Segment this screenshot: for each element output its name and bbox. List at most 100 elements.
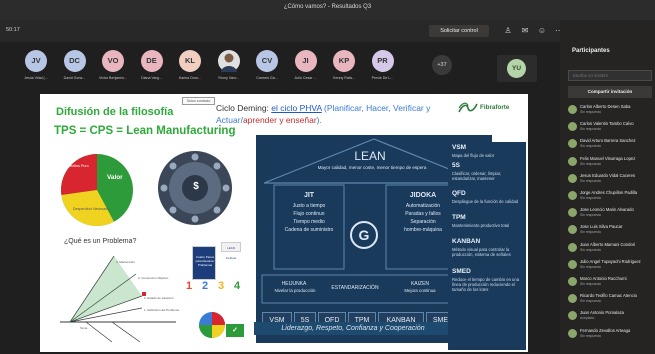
avatar	[568, 328, 577, 338]
participant-list-name: Jose Leoncio Marin Alvarado	[580, 207, 634, 213]
avatar	[568, 294, 577, 304]
jit-item: Justo a tiempo	[292, 203, 326, 209]
people-icon[interactable]: ♙	[502, 26, 514, 36]
heijunka-subtitle: Nivelar la producción	[274, 288, 316, 293]
self-avatar: YU	[507, 59, 526, 78]
avatar	[568, 259, 577, 269]
participant-list-status: Sin respuesta	[580, 213, 601, 218]
participant-tile[interactable]: JV Jesús Vidal (...	[18, 50, 54, 88]
self-video-tile: YU	[497, 55, 537, 82]
participant-tile[interactable]: KP Kenny Rafa...	[326, 50, 362, 88]
deming-label: Ciclo Deming:	[216, 103, 269, 113]
center-logo-icon: G	[350, 221, 378, 249]
participant-list-item[interactable]: Jose Leoncio Marin Alvarado Sin respuesta	[566, 206, 655, 220]
more-participants-badge[interactable]: +37	[432, 55, 452, 75]
avatar: KL	[179, 50, 201, 72]
participant-tile[interactable]: KL Karina Duro...	[172, 50, 208, 88]
participant-list-status: Sin respuesta	[580, 127, 601, 132]
participant-tile[interactable]: Yhony Varo...	[211, 50, 247, 88]
participant-list-item[interactable]: Juan Alberto Mamani Condori Sin respuesta	[566, 241, 655, 255]
participant-list-name: Carlos Valentin Tambo Calvo	[580, 121, 634, 127]
participant-list-item[interactable]: Carlos Valentin Tambo Calvo Sin respuesta	[566, 120, 655, 134]
participant-tile[interactable]: VO Victor Benjamin...	[95, 50, 131, 88]
def-title-vsm: VSM	[452, 144, 467, 151]
participant-list-item[interactable]: Jorge Andres Chupillon Padilla Sin respue…	[566, 189, 655, 203]
participant-tile[interactable]: DC David Gonz...	[57, 50, 93, 88]
avatar	[568, 311, 577, 321]
jit-item: Cadena de suministro	[284, 227, 334, 233]
shared-slide: Soloo contacto Difusión de la filosofía …	[40, 94, 528, 352]
problem-title: ¿Qué es un Problema?	[64, 238, 137, 245]
participant-name: Victor Benjamin...	[98, 76, 128, 80]
participant-name: Diana Varg...	[141, 76, 162, 80]
pie-label-waste-necessary: Desperdicio Necesario	[73, 207, 110, 211]
avatar: JI	[294, 50, 317, 72]
kaizen-subtitle: Mejora continua	[404, 288, 436, 293]
def-text-vsm: Mapa del flujo de valor	[452, 153, 495, 158]
kaizen-title: KAIZEN	[410, 281, 430, 287]
participant-list-item[interactable]: Julio Angel Tupayachi Rodriguez Sin respu…	[566, 258, 655, 272]
value-waste-pie	[61, 154, 133, 227]
avatar	[568, 173, 577, 183]
participant-list-item[interactable]: Juan Antonio Pomalaza Aceptado	[566, 309, 655, 323]
participant-search-input[interactable]	[568, 70, 652, 81]
participant-name: Yhony Varo...	[217, 76, 240, 80]
participant-list-item[interactable]: Carlos Alberto Desen Saba Sin respuesta	[566, 103, 655, 117]
participant-tile[interactable]: PR Pervie De L...	[365, 50, 401, 88]
lean-title: LEAN	[354, 149, 386, 163]
participant-list-item[interactable]: Jose Luis Silva Paucar Sin respuesta	[566, 223, 655, 237]
participant-list-item[interactable]: Ricardo Teofilo Camac Atencio Sin respues…	[566, 292, 655, 306]
definitions-column: VSM Mapa del flujo de valor 5S Clasifica…	[448, 142, 526, 350]
dollar-icon: $	[193, 181, 199, 192]
avatar	[568, 208, 577, 218]
jit-item: Tiempo medio	[293, 219, 325, 225]
participant-list-status: Sin respuesta	[580, 178, 601, 183]
chat-icon[interactable]: ✉	[519, 26, 531, 36]
jidoka-item: hombre-máquina	[404, 227, 442, 233]
avatar: CV	[256, 50, 278, 72]
fishbone-label-3: 2. Estado de situación	[144, 296, 174, 300]
step-number-1: 1	[186, 280, 193, 292]
avatar	[568, 242, 577, 252]
def-title-qfd: QFD	[452, 190, 466, 197]
avatar	[568, 225, 577, 235]
jidoka-item: Paradas y fallos	[405, 211, 441, 217]
participant-tile[interactable]: JI Julio Cesar ...	[288, 50, 324, 88]
book-cover: Cuatro Pasos para Resolver Problemas	[192, 246, 216, 280]
participant-list-item[interactable]: Fernando Zevallos Arteaga Sin respuesta	[566, 327, 655, 341]
deming-part4: ).	[316, 114, 322, 125]
jidoka-item: Separación	[410, 219, 436, 225]
jit-title: JIT	[303, 192, 315, 199]
slide-subtitle: TPS = CPS = Lean Manufacturing	[54, 125, 236, 137]
deming-cycle-text: Ciclo Deming: el ciclo PHVA (Planificar,…	[216, 103, 460, 126]
avatar: DE	[140, 50, 163, 72]
participant-list-item[interactable]: Jesus Eduardo Vidal Caceres Sin respuesta	[566, 172, 655, 186]
fishbone-label-5: Tema	[80, 326, 88, 330]
green-logo-icon: ✓	[226, 324, 244, 337]
def-text-kanban: Método visual para controlar la producci…	[452, 247, 511, 257]
participant-tile[interactable]: CV Carmen Ga...	[249, 50, 285, 88]
steps-1234-graphic: 1 2 3 4	[186, 280, 254, 296]
participant-list-status: Sin respuesta	[580, 196, 601, 200]
fishbone-label-1: 4. Mantención	[116, 260, 135, 264]
sticky-note: Soloo contacto	[182, 97, 215, 105]
def-text-5s: Clasificar, ordenar, limpiar, estandariz…	[452, 171, 502, 181]
share-invite-button[interactable]: Compartir invitación	[568, 86, 652, 98]
window-title: ¿Cómo vamos? - Resultados Q3	[283, 4, 372, 10]
participant-list-name: Juan Alberto Mamani Condori	[580, 241, 636, 247]
participant-tile[interactable]: DE Diana Varg...	[134, 50, 170, 88]
participant-list-status: Sin respuesta	[580, 230, 601, 235]
participant-list-status: Sin respuesta	[580, 264, 601, 269]
reactions-icon[interactable]: ☺	[536, 26, 548, 36]
participant-list-item[interactable]: Felix Manuel Visurraga Lopez Sin respuest…	[566, 155, 655, 169]
participant-name: Kenny Rafa...	[333, 76, 355, 80]
pie-label-waste-pure: Despeditos Puro	[62, 164, 89, 168]
phva-link[interactable]: el ciclo PHVA	[271, 103, 321, 113]
request-control-button[interactable]: Solicitar control	[429, 25, 489, 37]
def-text-smed: Reduce el tiempo de cambio en una línea …	[452, 277, 520, 292]
participant-list-item[interactable]: Marco Antonio Racchumi Sin respuesta	[566, 275, 655, 289]
participant-list-item[interactable]: David Arturo Barrera Sanchez Sin respuest…	[566, 137, 655, 151]
standardization-title: ESTANDARIZACIÓN	[331, 285, 379, 291]
fibraforte-logo: Fibraforte	[458, 102, 526, 114]
def-title-5s: 5S	[452, 162, 460, 169]
